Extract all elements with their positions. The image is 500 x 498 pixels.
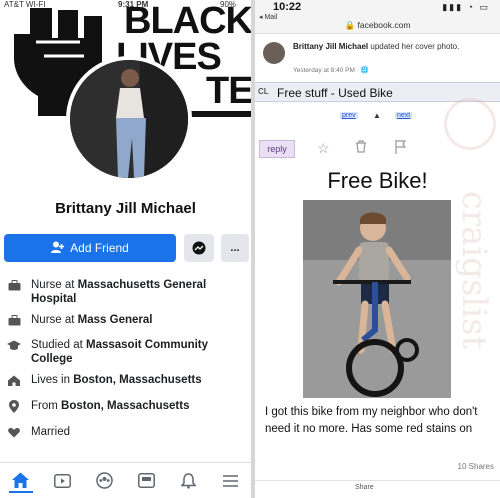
craigslist-watermark: craigslist: [454, 190, 494, 350]
home-icon: [6, 373, 22, 387]
flag-icon[interactable]: [395, 140, 407, 157]
url-bar[interactable]: 🔒 facebook.com: [255, 20, 500, 31]
location-pin-icon: [6, 399, 22, 413]
intro-text: Studied at Massasoit Community College: [31, 339, 209, 365]
intro-text: Nurse at Massachusetts General Hospital: [31, 279, 207, 305]
share-bar: Share: [255, 480, 500, 498]
avatar[interactable]: [66, 56, 192, 182]
share-count[interactable]: 10 Shares: [458, 462, 494, 471]
list-item: Nurse at Massachusetts General Hospital: [0, 278, 251, 306]
facebook-profile-panel: BLACK LIVES TER AT&T WI-FI 9:31 PM 90% B…: [0, 0, 251, 498]
menu-hamburger-icon[interactable]: [218, 469, 242, 493]
trash-icon[interactable]: [355, 140, 367, 156]
briefcase-icon: [6, 313, 22, 327]
carrier-label: AT&T WI-FI: [4, 0, 46, 9]
post-text: Brittany Jill Michael updated her cover …: [293, 42, 460, 51]
post-timestamp: Yesterday at 8:40 PM · 🌐: [293, 67, 369, 74]
list-item: Studied at Massasoit Community College: [0, 338, 251, 366]
groups-tab-icon[interactable]: [93, 469, 117, 493]
more-options-button[interactable]: ...: [221, 234, 249, 262]
heart-icon: [6, 425, 22, 439]
add-friend-button[interactable]: Add Friend: [4, 234, 176, 262]
next-link[interactable]: next: [395, 112, 413, 119]
notifications-bell-icon[interactable]: [176, 469, 200, 493]
up-arrow-icon[interactable]: ▲: [373, 111, 381, 120]
messenger-button[interactable]: [184, 234, 214, 262]
facebook-post-header: Brittany Jill Michael updated her cover …: [263, 42, 493, 76]
star-icon[interactable]: ☆: [317, 140, 330, 157]
craigslist-listing-panel: 10:22 ◂ Mail ▮▮▮ ◔ ▭ 🔒 facebook.com Brit…: [255, 0, 500, 498]
craigslist-badge: CL: [258, 87, 269, 96]
status-bar: AT&T WI-FI 9:31 PM 90%: [0, 0, 251, 10]
briefcase-icon: [6, 278, 22, 292]
graduation-cap-icon: [6, 338, 22, 352]
profile-name: Brittany Jill Michael: [55, 200, 196, 217]
bottom-tab-bar: [0, 462, 251, 498]
avatar-photo: [70, 60, 188, 178]
browser-top-bar: 10:22 ◂ Mail ▮▮▮ ◔ ▭ 🔒 facebook.com: [255, 0, 500, 34]
listing-heading: Free stuff - Used Bike: [277, 86, 393, 100]
messenger-icon: [192, 241, 206, 255]
battery-label: 90%: [220, 0, 237, 9]
intro-text: Lives in Boston, Massachusetts: [31, 374, 202, 386]
status-time: 10:22: [273, 1, 302, 13]
status-time: 9:31 PM: [118, 0, 149, 9]
add-friend-label: Add Friend: [70, 241, 129, 255]
cover-text-line3: TER: [206, 70, 251, 112]
profile-intro-list: Nurse at Massachusetts General Hospital …: [0, 278, 251, 439]
listing-description: I got this bike from my neighbor who don…: [265, 406, 478, 435]
intro-text: From Boston, Massachusetts: [31, 400, 190, 412]
list-item: Married: [0, 425, 251, 439]
watch-tab-icon[interactable]: [51, 469, 75, 493]
marketplace-tab-icon[interactable]: [134, 469, 158, 493]
intro-text: Nurse at Mass General: [31, 314, 153, 326]
list-item: Nurse at Mass General: [0, 313, 251, 327]
prev-link[interactable]: prev: [340, 112, 358, 119]
reply-button[interactable]: reply: [259, 140, 295, 158]
avatar[interactable]: [263, 42, 285, 64]
add-person-icon: [51, 241, 65, 256]
screenshot-collage: BLACK LIVES TER AT&T WI-FI 9:31 PM 90% B…: [0, 0, 500, 498]
bike-photo[interactable]: [303, 200, 451, 398]
intro-text: Married: [31, 426, 70, 438]
home-tab-icon[interactable]: [8, 469, 33, 493]
list-item: From Boston, Massachusetts: [0, 399, 251, 413]
share-button[interactable]: Share: [355, 484, 374, 491]
listing-title: Free Bike!: [327, 168, 428, 193]
list-item: Lives in Boston, Massachusetts: [0, 373, 251, 387]
signal-wifi-battery-icons: ▮▮▮ ◔ ▭: [442, 2, 490, 12]
